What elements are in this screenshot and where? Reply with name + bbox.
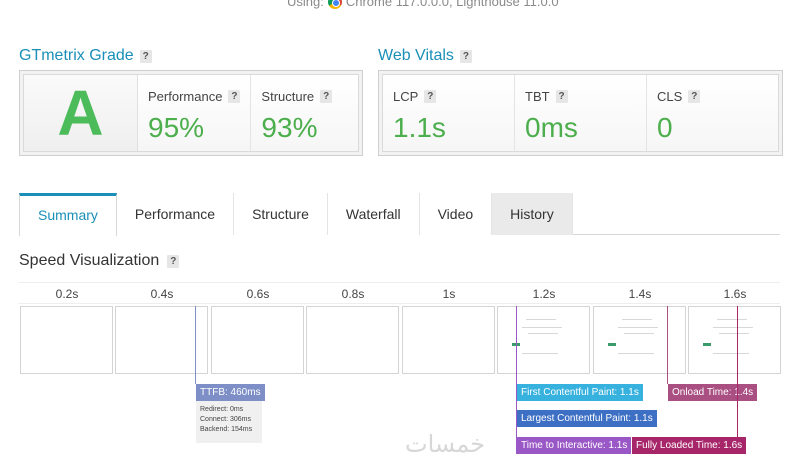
filmstrip-frame[interactable] (211, 306, 304, 374)
timeline-tick: 1.4s (628, 287, 652, 301)
redirect-time: Redirect: 0ms (200, 406, 244, 413)
fcp-label: First Contentful Paint: 1.1s (517, 384, 643, 401)
lcp-label: LCP (393, 89, 419, 104)
using-label: Using: (287, 0, 324, 9)
first-paint-marker (516, 306, 517, 454)
structure-value: 93% (261, 112, 318, 143)
gtmetrix-grade-title: GTmetrix Grade ? (19, 47, 152, 65)
help-icon[interactable]: ? (688, 90, 701, 103)
tab-video[interactable]: Video (419, 193, 493, 235)
lcp-label: Largest Contentful Paint: 1.1s (517, 410, 657, 427)
help-icon[interactable]: ? (424, 90, 437, 103)
ttfb-label: TTFB: 460ms (196, 384, 265, 401)
cls-metric: CLS? 0 (647, 75, 778, 151)
timeline-tick: 1s (442, 287, 456, 301)
report-tabs: Summary Performance Structure Waterfall … (19, 193, 780, 236)
grade-letter: A (24, 75, 138, 151)
filmstrip-frame[interactable] (402, 306, 495, 374)
cls-label: CLS (657, 89, 683, 104)
lcp-metric: LCP? 1.1s (383, 75, 515, 151)
filmstrip-frame[interactable] (20, 306, 113, 374)
speed-visualization-title: Speed Visualization ? (19, 252, 180, 270)
web-vitals-label: Web Vitals (378, 47, 454, 64)
tbt-value: 0ms (525, 112, 578, 143)
tab-performance[interactable]: Performance (116, 193, 235, 235)
tti-label: Time to Interactive: 1.1s (517, 437, 632, 454)
grade-panel: A Performance? 95% Structure? 93% (19, 70, 363, 156)
onload-marker (667, 306, 668, 384)
performance-value: 95% (148, 112, 205, 143)
cls-value: 0 (657, 112, 673, 143)
timeline-tick: 0.8s (341, 287, 365, 301)
help-icon[interactable]: ? (228, 90, 241, 103)
timeline-tick: 1.2s (532, 287, 556, 301)
speed-visualization-label: Speed Visualization (19, 252, 160, 269)
filmstrip-frame-rendered[interactable] (593, 306, 686, 374)
browser-version: Chrome 117.0.0.0, Lighthouse 11.0.0 (345, 0, 559, 9)
watermark: خمسات (405, 430, 486, 458)
lcp-value: 1.1s (393, 112, 446, 143)
connect-time: Connect: 306ms (200, 416, 251, 423)
vitals-panel: LCP? 1.1s TBT? 0ms CLS? 0 (378, 70, 783, 156)
tab-history[interactable]: History (492, 193, 573, 235)
help-icon[interactable]: ? (167, 254, 180, 268)
timeline-tick: 0.6s (246, 287, 270, 301)
tbt-label: TBT (525, 89, 550, 104)
gtmetrix-grade-label: GTmetrix Grade (19, 47, 134, 64)
ttfb-marker (195, 306, 196, 384)
tab-waterfall[interactable]: Waterfall (327, 193, 420, 235)
onload-label: Onload Time: 1.4s (668, 384, 758, 401)
performance-label: Performance (148, 89, 223, 104)
filmstrip-frame-rendered[interactable] (497, 306, 590, 374)
tab-structure[interactable]: Structure (234, 193, 328, 235)
timeline-tick: 0.2s (55, 287, 79, 301)
browser-info: Using: Chrome 117.0.0.0, Lighthouse 11.0… (287, 0, 559, 9)
timeline-tick: 1.6s (723, 287, 747, 301)
help-icon[interactable]: ? (555, 90, 568, 103)
ttfb-breakdown: Redirect: 0ms Connect: 306ms Backend: 15… (196, 401, 262, 443)
structure-label: Structure (261, 89, 315, 104)
filmstrip-frame[interactable] (306, 306, 399, 374)
performance-metric: Performance? 95% (138, 75, 252, 151)
backend-time: Backend: 154ms (200, 426, 253, 433)
timeline-tick: 0.4s (150, 287, 174, 301)
fully-loaded-marker (737, 306, 738, 437)
filmstrip (19, 306, 781, 374)
tbt-metric: TBT? 0ms (515, 75, 647, 151)
timeline-axis: 0.2s 0.4s 0.6s 0.8s 1s 1.2s 1.4s 1.6s (19, 282, 780, 304)
chrome-icon (327, 0, 342, 9)
tab-summary[interactable]: Summary (19, 193, 117, 236)
help-icon[interactable]: ? (459, 49, 472, 63)
filmstrip-frame-rendered[interactable] (688, 306, 781, 374)
help-icon[interactable]: ? (320, 90, 333, 103)
web-vitals-title: Web Vitals ? (378, 47, 472, 65)
fully-loaded-label: Fully Loaded Time: 1.6s (632, 437, 747, 454)
help-icon[interactable]: ? (139, 49, 152, 63)
structure-metric: Structure? 93% (251, 75, 358, 151)
